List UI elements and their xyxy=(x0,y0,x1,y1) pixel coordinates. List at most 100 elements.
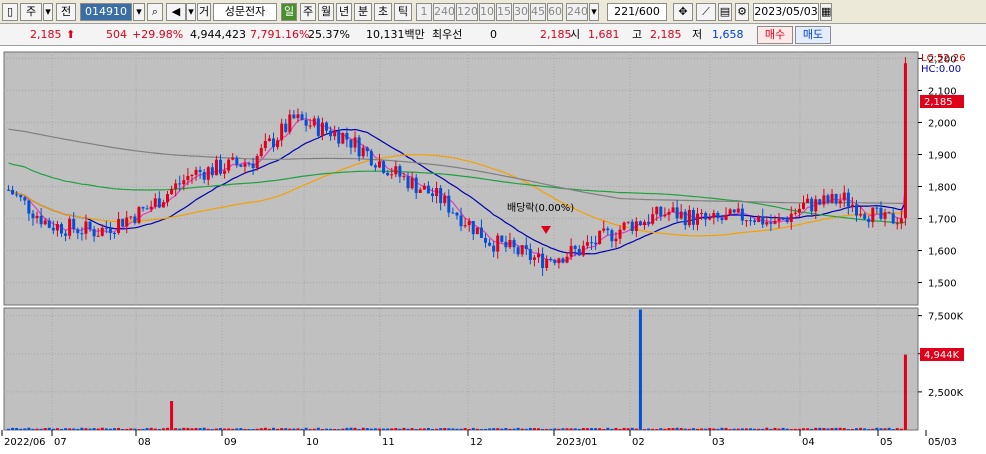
period-tab-weekly[interactable]: 주 xyxy=(300,3,316,21)
minute-30[interactable]: 30 xyxy=(513,3,529,21)
buy-button[interactable]: 매수 xyxy=(757,26,793,44)
volume-bar xyxy=(308,428,312,430)
volume-bar xyxy=(239,428,243,430)
volume-bar xyxy=(716,428,720,430)
minute-240[interactable]: 240 xyxy=(433,3,455,21)
volume-bar xyxy=(276,428,280,430)
minute-120[interactable]: 120 xyxy=(456,3,478,21)
candle-body xyxy=(537,253,540,258)
candle-body xyxy=(577,248,581,256)
stock-name: 성문전자 xyxy=(213,3,277,21)
volume-bar xyxy=(520,428,524,430)
candle-body xyxy=(133,216,137,223)
volume-bar xyxy=(508,428,512,430)
settings-icon[interactable]: ⚙ xyxy=(735,3,749,21)
minute-240b[interactable]: 240 xyxy=(566,3,588,21)
candle-body xyxy=(243,163,247,167)
candle-body xyxy=(182,180,186,185)
volume-bar xyxy=(492,428,496,430)
volume-bar xyxy=(855,428,858,430)
code-dropdown-icon[interactable]: ▾ xyxy=(133,3,145,21)
volume-bar xyxy=(687,428,691,430)
volume-pane[interactable] xyxy=(3,307,919,431)
date-input[interactable]: 2023/05/03 xyxy=(753,3,819,21)
candle-body xyxy=(622,222,626,230)
volume-bar xyxy=(553,428,557,430)
candle-body xyxy=(47,220,51,228)
market-dropdown-icon[interactable]: ▾ xyxy=(43,3,53,21)
volume-bar xyxy=(426,428,430,430)
speaker-icon[interactable]: ◀ xyxy=(166,3,186,21)
minute-dropdown-icon[interactable]: ▾ xyxy=(589,3,599,21)
print-icon[interactable]: ▤ xyxy=(718,3,732,21)
candle-body xyxy=(671,207,675,212)
candle-body xyxy=(879,208,883,219)
volume-bar xyxy=(451,428,455,430)
minute-15[interactable]: 15 xyxy=(496,3,512,21)
candle-body xyxy=(842,192,846,201)
candle-body xyxy=(761,216,765,225)
candle-body xyxy=(463,225,467,227)
volume-bar xyxy=(157,428,161,430)
candle-body xyxy=(855,204,858,216)
volume-bar xyxy=(104,428,108,430)
candle-body xyxy=(121,218,125,227)
type-select[interactable]: 전 xyxy=(56,3,76,21)
candle-body xyxy=(806,198,810,203)
candle-body xyxy=(753,220,757,223)
candle-body xyxy=(435,188,439,197)
period-tab-second[interactable]: 초 xyxy=(374,3,392,21)
period-tab-monthly[interactable]: 월 xyxy=(318,3,334,21)
candle-body xyxy=(15,194,19,196)
candle-body xyxy=(822,195,826,205)
sell-button[interactable]: 매도 xyxy=(795,26,831,44)
volume-bar xyxy=(304,427,308,430)
trend-line-icon[interactable]: ⟋ xyxy=(696,3,716,21)
price-change: 504 xyxy=(106,28,127,41)
minute-10[interactable]: 10 xyxy=(479,3,495,21)
period-tab-tick[interactable]: 틱 xyxy=(394,3,412,21)
volume-bar xyxy=(431,428,434,430)
volume-bar xyxy=(573,428,577,430)
candle-body xyxy=(451,212,455,214)
candle-body xyxy=(708,217,712,220)
panel-icon[interactable]: ▯ xyxy=(2,3,18,21)
volume-bar xyxy=(60,428,63,430)
candle-body xyxy=(386,172,390,176)
volume-bar xyxy=(76,428,80,430)
date-tick-label: 07 xyxy=(54,437,67,448)
volume-bar xyxy=(585,428,589,430)
volume-bar xyxy=(630,427,634,430)
period-tab-yearly[interactable]: 년 xyxy=(336,3,352,21)
volume-bar xyxy=(569,428,573,430)
candle-body xyxy=(272,138,275,148)
crosshair-icon[interactable]: ✥ xyxy=(673,3,693,21)
candle-body xyxy=(161,202,165,208)
count-input[interactable]: 221/600 xyxy=(607,3,667,21)
period-tab-minute[interactable]: 분 xyxy=(354,3,372,21)
search-icon[interactable]: ⌕ xyxy=(147,3,163,21)
minute-45[interactable]: 45 xyxy=(530,3,546,21)
price-chart[interactable]: 2,2002,1002,0001,9001,8001,7001,6001,500… xyxy=(0,46,986,454)
market-select[interactable]: 주 xyxy=(20,3,42,21)
period-tab-daily[interactable]: 일 xyxy=(281,3,297,21)
candle-body xyxy=(895,223,899,225)
calendar-icon[interactable]: ▦ xyxy=(820,3,832,21)
candle-body xyxy=(333,130,337,137)
candle-body xyxy=(749,220,752,222)
code-input[interactable]: 014910 xyxy=(80,3,132,21)
minute-1[interactable]: 1 xyxy=(416,3,432,21)
volume-bar xyxy=(504,428,508,430)
candle-body xyxy=(80,233,84,235)
volume-bar xyxy=(439,428,443,430)
date-tick-label: 04 xyxy=(802,437,815,448)
speaker-dropdown-icon[interactable]: ▾ xyxy=(186,3,196,21)
candle-body xyxy=(675,207,679,219)
date-tick-label: 2023/01 xyxy=(556,437,598,448)
candle-body xyxy=(651,214,655,224)
candle-body xyxy=(549,258,553,260)
minute-60[interactable]: 60 xyxy=(547,3,563,21)
date-tick-label: 10 xyxy=(306,437,319,448)
candle-body xyxy=(170,189,174,195)
volume-bar xyxy=(704,428,708,430)
